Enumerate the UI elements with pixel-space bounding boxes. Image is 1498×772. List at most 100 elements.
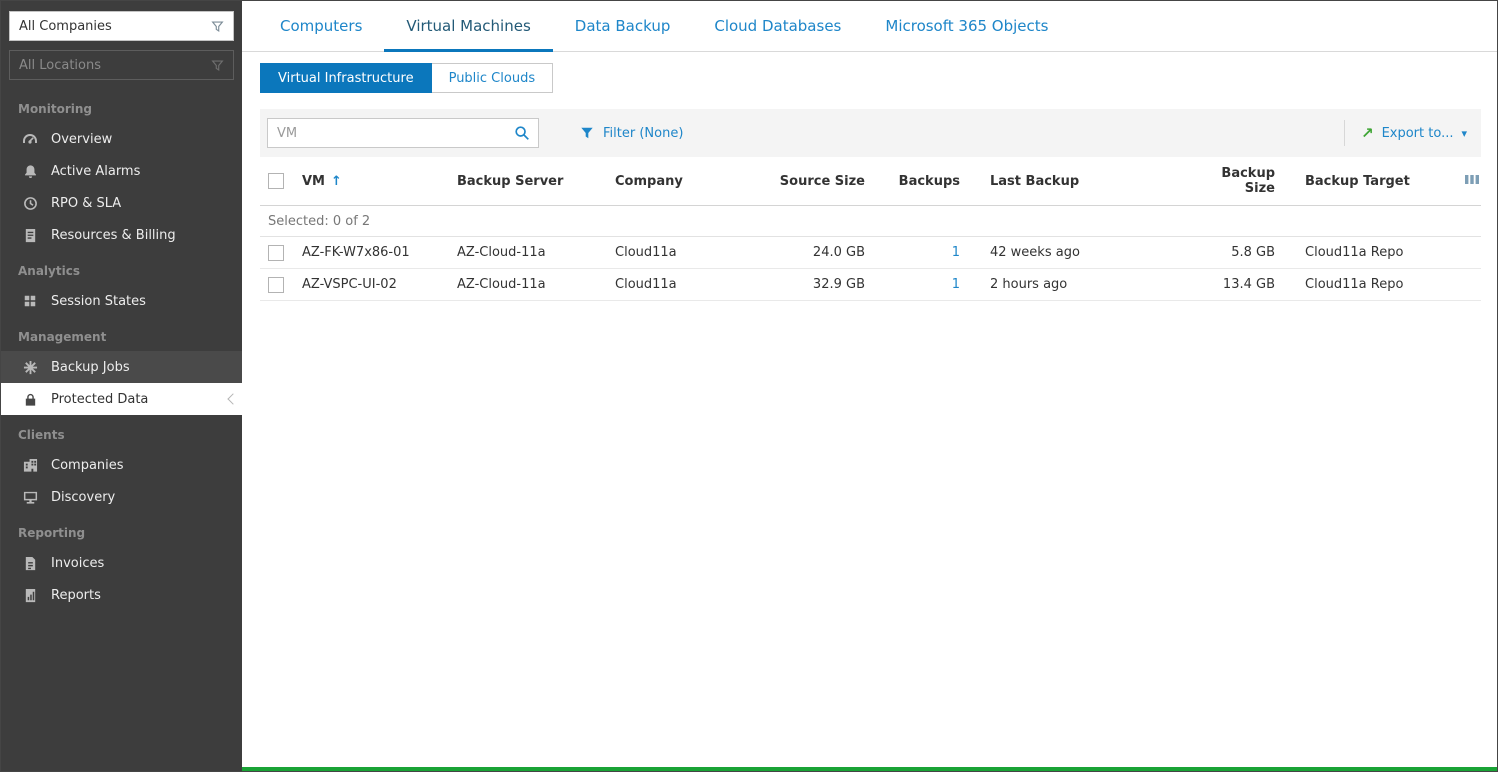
tab-microsoft-365-objects[interactable]: Microsoft 365 Objects [863,1,1070,51]
sidebar-item-label: Session States [51,294,146,309]
last-backup-cell: 2 hours ago [960,277,1190,292]
search-icon[interactable] [506,119,538,147]
subtab-public-clouds[interactable]: Public Clouds [432,63,554,93]
sidebar-section-monitoring: Monitoring [1,89,242,123]
backup-size-cell: 5.8 GB [1190,245,1275,260]
tab-label: Data Backup [575,17,671,35]
vm-name: AZ-VSPC-UI-02 [302,277,397,292]
sidebar-item-overview[interactable]: Overview [1,123,242,155]
column-header-last-backup[interactable]: Last Backup [960,174,1190,189]
sidebar-item-rpo-sla[interactable]: RPO & SLA [1,187,242,219]
column-header-company[interactable]: Company [615,174,715,189]
sidebar: All Companies All Locations Monitoring O… [1,1,242,771]
column-header-source-size[interactable]: Source Size [715,174,865,189]
source-size-cell: 24.0 GB [715,245,865,260]
filter-label: Filter (None) [603,126,683,141]
invoice-document-icon [22,555,38,571]
sidebar-item-active-alarms[interactable]: Active Alarms [1,155,242,187]
sidebar-item-label: Resources & Billing [51,228,176,243]
bell-icon [22,163,38,179]
backup-server-cell: AZ-Cloud-11a [457,245,615,260]
sidebar-item-discovery[interactable]: Discovery [1,481,242,513]
sidebar-section-management: Management [1,317,242,351]
tab-data-backup[interactable]: Data Backup [553,1,693,51]
table-row[interactable]: AZ-FK-W7x86-01 AZ-Cloud-11a Cloud11a 24.… [260,237,1481,269]
report-chart-icon [22,587,38,603]
location-filter-value: All Locations [19,58,101,73]
last-backup-cell: 42 weeks ago [960,245,1190,260]
column-header-backup-size[interactable]: Backup Size [1190,166,1275,196]
row-checkbox[interactable] [268,277,284,293]
sidebar-item-session-states[interactable]: Session States [1,285,242,317]
vm-table: VM ↑ Backup Server Company Source Size B… [260,157,1481,301]
column-header-backups[interactable]: Backups [865,174,960,189]
tab-virtual-machines[interactable]: Virtual Machines [384,1,552,51]
backups-count-link[interactable]: 1 [952,245,960,260]
column-header-backup-server[interactable]: Backup Server [457,174,615,189]
selection-summary-text: Selected: 0 of 2 [268,214,370,229]
source-size-cell: 32.9 GB [715,277,865,292]
table-row[interactable]: AZ-VSPC-UI-02 AZ-Cloud-11a Cloud11a 32.9… [260,269,1481,301]
sidebar-item-label: Backup Jobs [51,360,130,375]
tab-label: Microsoft 365 Objects [885,17,1048,35]
sidebar-item-label: Protected Data [51,392,148,407]
toolbar: Filter (None) ↗ Export to... ▾ [260,109,1481,157]
column-header-vm[interactable]: VM [302,174,325,189]
sort-ascending-icon: ↑ [331,174,342,189]
billing-receipt-icon [22,227,38,243]
column-header-backup-target[interactable]: Backup Target [1275,174,1445,189]
top-tabs: Computers Virtual Machines Data Backup C… [242,1,1497,52]
chevron-down-icon: ▾ [1461,127,1467,140]
vm-name: AZ-FK-W7x86-01 [302,245,410,260]
location-filter[interactable]: All Locations [9,50,234,80]
tab-cloud-databases[interactable]: Cloud Databases [692,1,863,51]
company-filter[interactable]: All Companies [9,11,234,41]
search-input[interactable] [268,126,506,141]
sub-tabs: Virtual Infrastructure Public Clouds [260,63,553,93]
tab-label: Cloud Databases [714,17,841,35]
export-control[interactable]: ↗ Export to... ▾ [1361,126,1467,141]
lock-icon [22,391,38,407]
sidebar-item-label: Overview [51,132,112,147]
selection-summary: Selected: 0 of 2 [260,206,1481,237]
monitor-discovery-icon [22,489,38,505]
tab-label: Virtual Machines [406,17,530,35]
toolbar-right: ↗ Export to... ▾ [1344,120,1467,146]
sidebar-item-resources-billing[interactable]: Resources & Billing [1,219,242,251]
select-all-checkbox[interactable] [268,173,284,189]
main-content: Computers Virtual Machines Data Backup C… [242,1,1497,771]
table-header-row: VM ↑ Backup Server Company Source Size B… [260,157,1481,206]
sidebar-item-protected-data[interactable]: Protected Data [1,383,242,415]
search-box [267,118,539,148]
tab-computers[interactable]: Computers [258,1,384,51]
app-window: All Companies All Locations Monitoring O… [0,0,1498,772]
export-label: Export to... [1382,126,1454,141]
buildings-icon [22,457,38,473]
backup-server-cell: AZ-Cloud-11a [457,277,615,292]
company-filter-value: All Companies [19,19,112,34]
sidebar-section-clients: Clients [1,415,242,449]
column-options-icon[interactable] [1464,173,1481,190]
company-cell: Cloud11a [615,277,715,292]
sidebar-item-backup-jobs[interactable]: Backup Jobs [1,351,242,383]
clock-icon [22,195,38,211]
sidebar-item-invoices[interactable]: Invoices [1,547,242,579]
sidebar-item-label: Companies [51,458,124,473]
sidebar-section-reporting: Reporting [1,513,242,547]
backup-size-cell: 13.4 GB [1190,277,1275,292]
jobs-asterisk-icon [22,359,38,375]
sidebar-item-companies[interactable]: Companies [1,449,242,481]
row-checkbox[interactable] [268,245,284,261]
filter-control[interactable]: Filter (None) [580,126,683,141]
subtab-label: Virtual Infrastructure [278,71,414,86]
filter-funnel-icon [580,126,594,140]
backups-count-link[interactable]: 1 [952,277,960,292]
filter-funnel-icon [211,59,224,72]
subtab-virtual-infrastructure[interactable]: Virtual Infrastructure [260,63,432,93]
sidebar-item-label: RPO & SLA [51,196,121,211]
backup-target-cell: Cloud11a Repo [1275,245,1445,260]
subtab-label: Public Clouds [449,71,536,86]
dashboard-gauge-icon [22,131,38,147]
sidebar-item-label: Active Alarms [51,164,140,179]
sidebar-item-reports[interactable]: Reports [1,579,242,611]
